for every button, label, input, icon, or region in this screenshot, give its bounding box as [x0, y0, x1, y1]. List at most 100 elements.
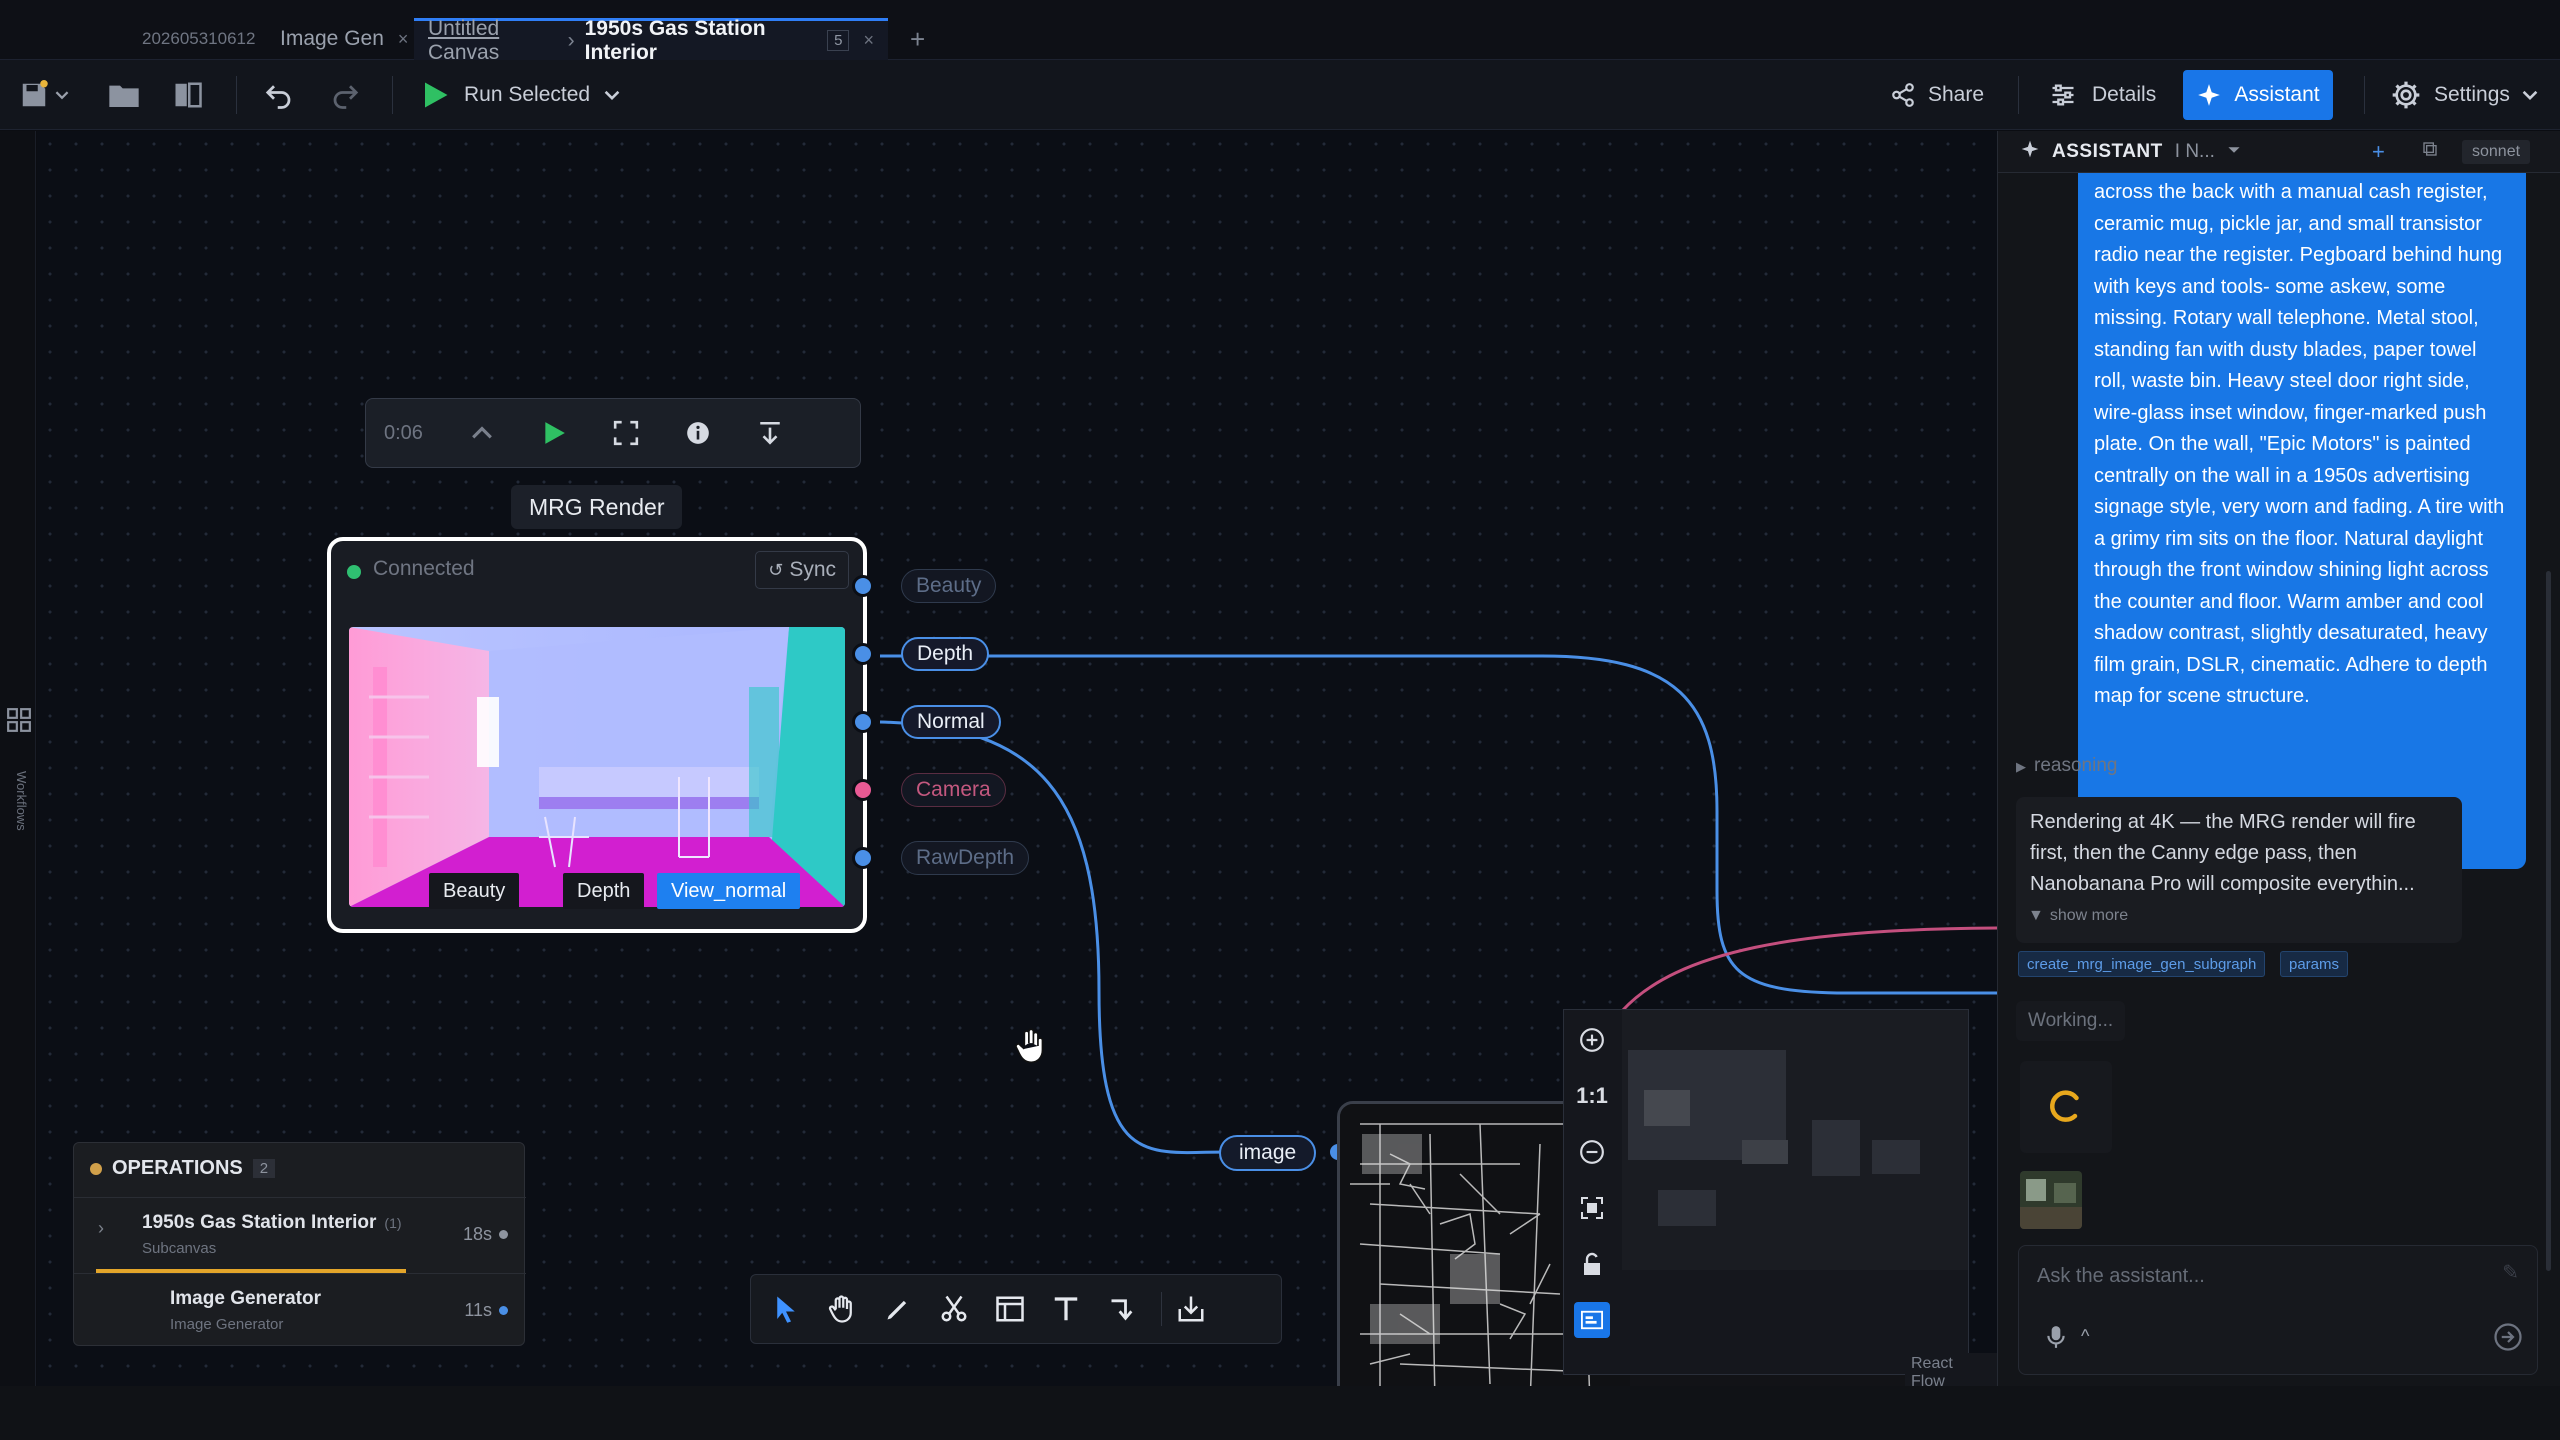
tool-call-chip[interactable]: create_mrg_image_gen_subgraph — [2018, 951, 2266, 977]
sparkle-icon — [2020, 139, 2040, 165]
assistant-input[interactable] — [2019, 1246, 2489, 1306]
fit-view-button[interactable] — [1574, 1190, 1610, 1226]
zoom-reset-button[interactable]: 1:1 — [1574, 1078, 1610, 1114]
lock-button[interactable] — [1574, 1246, 1610, 1282]
show-more-label: show more — [2049, 907, 2129, 924]
microphone-icon[interactable] — [2045, 1324, 2067, 1355]
assistant-input-box: ✎ ^ — [2018, 1245, 2538, 1375]
copy-icon[interactable] — [2422, 141, 2438, 163]
new-conversation-button[interactable]: + — [2372, 139, 2385, 165]
zoom-in-button[interactable] — [1574, 1022, 1610, 1058]
close-icon[interactable]: × — [863, 30, 874, 51]
output-camera[interactable]: Camera — [901, 773, 1006, 807]
output-rawdepth[interactable]: RawDepth — [901, 841, 1030, 875]
pan-tool[interactable] — [825, 1292, 859, 1326]
operation-time: 11s — [464, 1300, 492, 1320]
info-button[interactable] — [662, 420, 734, 446]
port-depth[interactable] — [852, 643, 874, 665]
settings-button[interactable]: Settings — [2390, 70, 2538, 120]
details-label: Details — [2092, 83, 2157, 106]
loading-card — [2020, 1061, 2112, 1153]
play-button[interactable] — [518, 420, 590, 446]
pass-tab-view-normal[interactable]: View_normal — [657, 873, 801, 909]
port-normal[interactable] — [852, 711, 874, 733]
tab-count-badge: 5 — [827, 30, 850, 51]
details-button[interactable]: Details — [2048, 70, 2156, 120]
send-icon — [2494, 1323, 2522, 1351]
send-button[interactable] — [2493, 1322, 2523, 1357]
operation-item[interactable]: › 1950s Gas Station Interior (1) Subcanva… — [74, 1197, 526, 1273]
pass-tab-depth[interactable]: Depth — [563, 873, 645, 909]
tool-call-chip[interactable]: params — [2280, 951, 2349, 977]
hand-icon — [828, 1295, 852, 1323]
cut-tool[interactable] — [937, 1292, 971, 1326]
breadcrumb-parent[interactable]: Untitled Canvas — [428, 17, 558, 65]
zoom-out-icon — [1580, 1140, 1604, 1164]
tab-image-gen[interactable]: Image Gen × — [266, 18, 424, 60]
react-flow-attribution[interactable]: React Flow — [1905, 1353, 1997, 1386]
conversation-selector[interactable]: I N... — [2175, 141, 2215, 163]
connector-tool[interactable] — [1105, 1292, 1139, 1326]
minimap-viewport[interactable] — [1622, 1010, 1968, 1270]
save-menu-button[interactable] — [14, 70, 74, 120]
share-button[interactable]: Share — [1890, 70, 1984, 120]
pass-tab-beauty[interactable]: Beauty — [429, 873, 520, 909]
triangle-down-icon: ▼ — [2028, 907, 2044, 924]
settings-label: Settings — [2434, 83, 2510, 106]
minimap-panel[interactable]: 1:1 — [1563, 1009, 1969, 1375]
model-badge[interactable]: sonnet — [2462, 139, 2531, 164]
redo-button[interactable] — [324, 70, 366, 120]
port-rawdepth[interactable] — [852, 847, 874, 869]
chevron-down-icon[interactable] — [604, 87, 620, 103]
gear-icon — [2390, 79, 2422, 111]
save-icon — [19, 80, 49, 110]
reasoning-toggle[interactable]: ▶ reasoning — [2016, 755, 2117, 777]
run-selected-button[interactable]: Run Selected — [420, 70, 620, 120]
breadcrumb-current: 1950s Gas Station Interior — [584, 16, 766, 64]
tab-canvas[interactable]: Untitled Canvas › 1950s Gas Station Inte… — [414, 17, 888, 64]
chevron-right-icon[interactable]: › — [98, 1218, 104, 1239]
output-beauty[interactable]: Beauty — [901, 569, 997, 603]
port-camera[interactable] — [852, 779, 874, 801]
workflows-label[interactable]: Workflows — [14, 771, 29, 831]
layout-button[interactable] — [168, 70, 208, 120]
minimap-toggle-button[interactable] — [1574, 1302, 1610, 1338]
play-icon — [420, 80, 450, 110]
minimap-node — [1872, 1140, 1920, 1174]
select-tool[interactable] — [769, 1292, 803, 1326]
mrg-render-node[interactable]: Connected ↺ Sync Beauty Depth View_norma… — [327, 537, 867, 933]
workflows-icon[interactable] — [6, 707, 32, 738]
chevron-down-icon[interactable] — [2227, 141, 2241, 163]
show-more-toggle[interactable]: ▼ show more — [2028, 907, 2128, 925]
undo-button[interactable] — [258, 70, 300, 120]
pen-tool[interactable] — [881, 1292, 915, 1326]
sync-button[interactable]: ↺ Sync — [755, 551, 849, 589]
operation-item[interactable]: Image Generator Image Generator 11s — [74, 1273, 526, 1349]
collapse-button[interactable] — [446, 422, 518, 444]
close-icon[interactable]: × — [398, 29, 409, 50]
import-tool[interactable] — [1161, 1292, 1209, 1326]
output-depth[interactable]: Depth — [901, 637, 990, 671]
enhance-icon[interactable]: ✎ — [2502, 1260, 2519, 1285]
output-normal[interactable]: Normal — [901, 705, 1001, 739]
download-button[interactable] — [734, 420, 806, 446]
text-tool[interactable] — [1049, 1292, 1083, 1326]
assistant-title: ASSISTANT — [2052, 140, 2163, 162]
operations-title: OPERATIONS — [112, 1157, 243, 1179]
run-selected-label: Run Selected — [464, 83, 591, 106]
zoom-out-button[interactable] — [1574, 1134, 1610, 1170]
unlock-icon — [1584, 1252, 1600, 1275]
chevron-up-icon[interactable]: ^ — [2081, 1326, 2089, 1347]
pencil-icon — [887, 1300, 907, 1320]
assistant-button[interactable]: Assistant — [2183, 70, 2333, 120]
assistant-scrollbar[interactable] — [2546, 571, 2551, 1271]
add-tab-button[interactable]: + — [896, 18, 939, 60]
operations-status-dot — [90, 1162, 102, 1175]
frame-tool[interactable] — [993, 1292, 1027, 1326]
port-beauty[interactable] — [852, 575, 874, 597]
open-folder-button[interactable] — [104, 70, 144, 120]
fullscreen-button[interactable] — [590, 420, 662, 446]
attached-image-thumbnail[interactable] — [2020, 1171, 2082, 1229]
node-canvas[interactable]: 0:06 MRG Render Connected ↺ Sync Beauty … — [37, 131, 1997, 1386]
input-image-label[interactable]: image — [1219, 1135, 1317, 1171]
